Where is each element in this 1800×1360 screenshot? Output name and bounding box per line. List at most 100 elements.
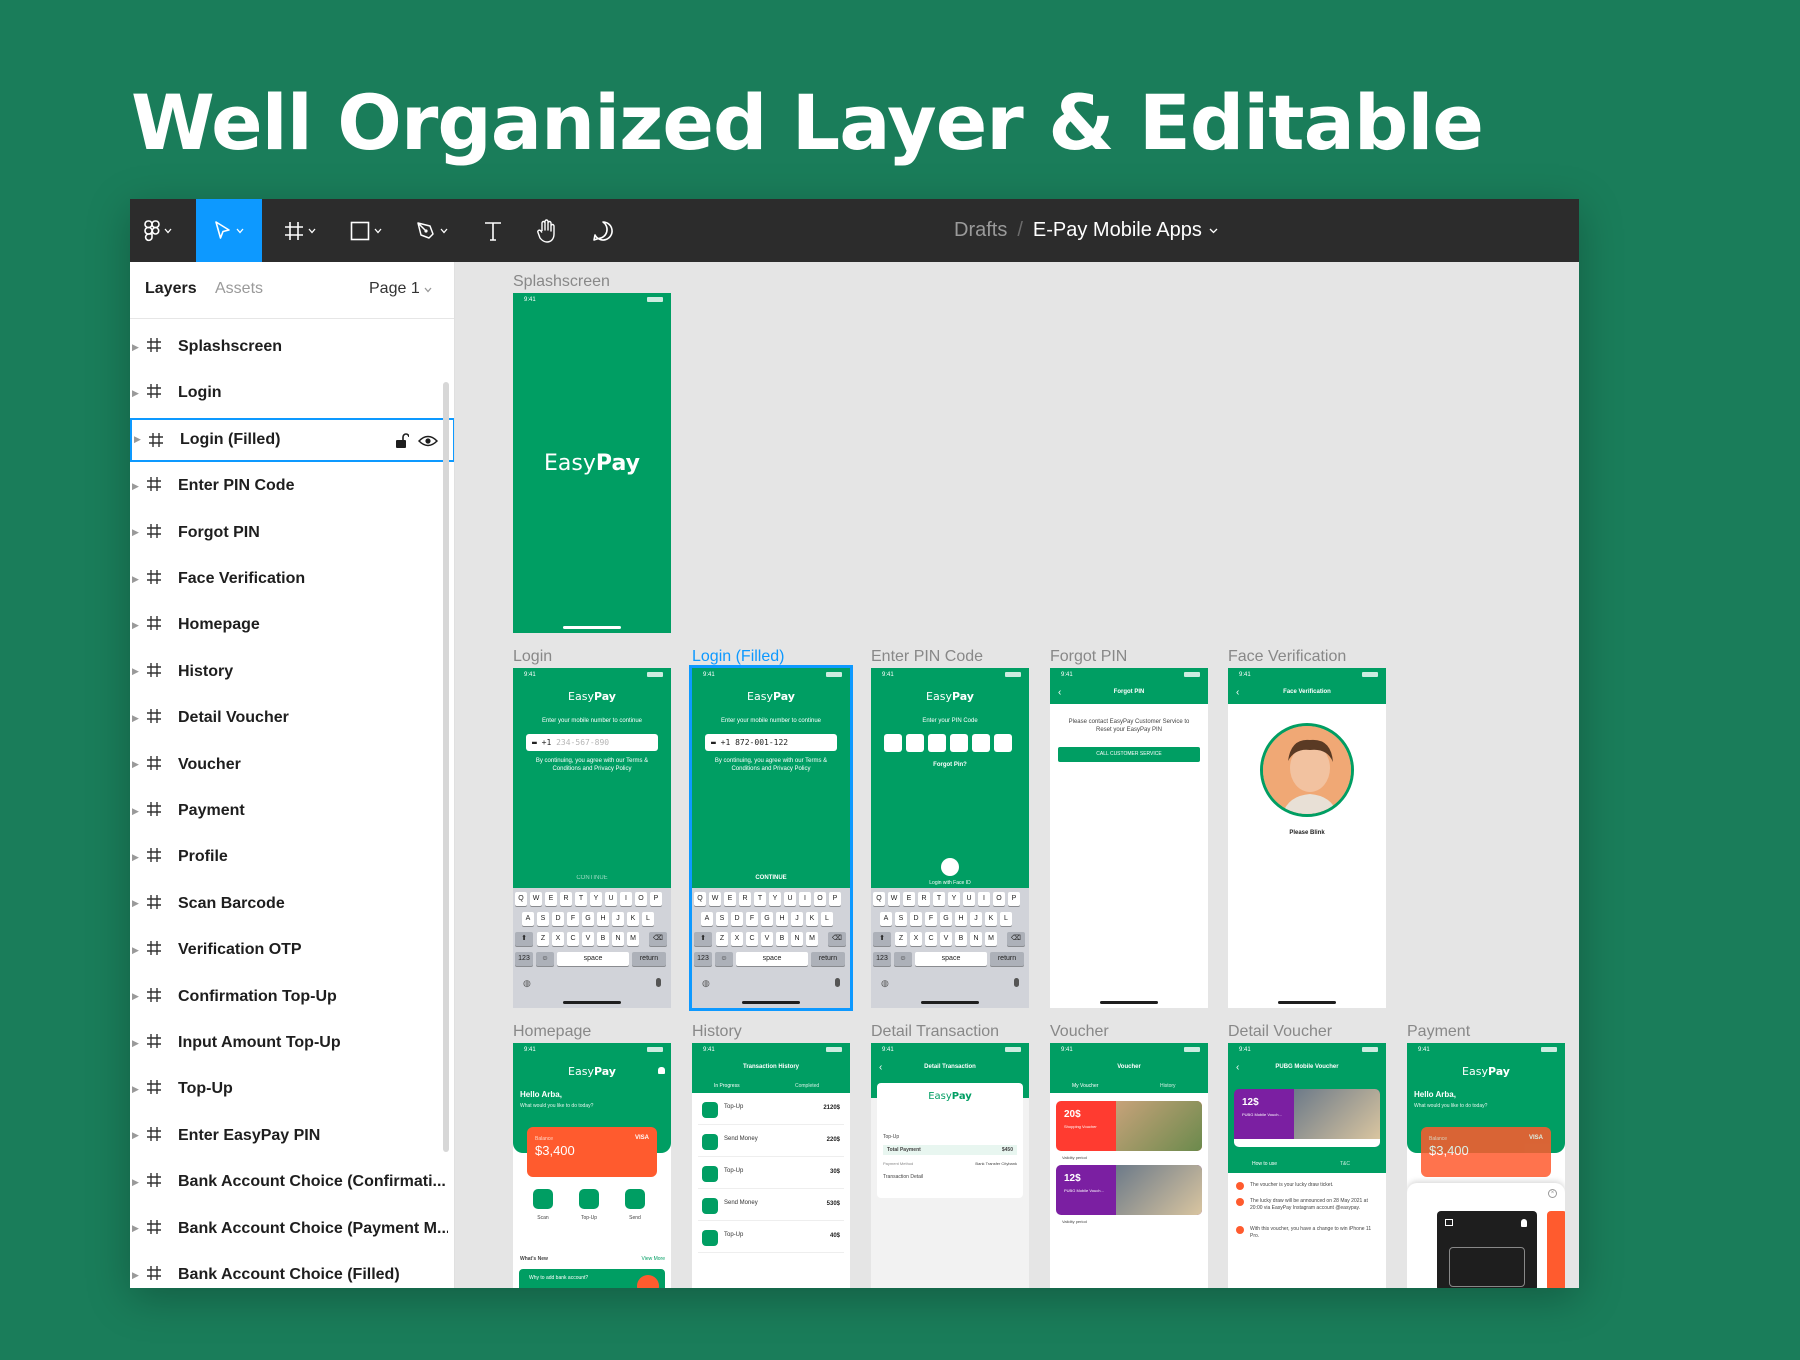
frame-label-splashscreen[interactable]: Splashscreen	[513, 273, 610, 291]
keyboard-key[interactable]: T	[933, 892, 945, 906]
keyboard-key[interactable]: O	[635, 892, 647, 906]
eye-icon[interactable]	[418, 434, 438, 448]
backspace-icon[interactable]: ⌫	[1007, 932, 1025, 946]
expand-arrow-icon[interactable]: ▶	[132, 388, 139, 399]
frame-label-detail-voucher[interactable]: Detail Voucher	[1228, 1023, 1332, 1041]
expand-arrow-icon[interactable]: ▶	[132, 342, 139, 353]
layer-item[interactable]: ▶ Top-Up	[130, 1067, 454, 1111]
keyboard-key[interactable]: L	[642, 912, 654, 926]
unlock-icon[interactable]	[395, 433, 409, 449]
continue-button[interactable]: CONTINUE	[513, 874, 671, 882]
phone-input-filled[interactable]: ▬ +1 872-001-122	[705, 734, 837, 751]
keyboard-key[interactable]: O	[993, 892, 1005, 906]
frame-enter-pin-code[interactable]: 9:41 EasyPay Enter your PIN Code Forgot …	[871, 668, 1029, 1008]
keyboard-key[interactable]: B	[776, 932, 788, 946]
frame-label-detail-transaction[interactable]: Detail Transaction	[871, 1023, 999, 1041]
return-key[interactable]: return	[811, 952, 845, 966]
keyboard-key[interactable]: P	[1008, 892, 1020, 906]
keyboard-key[interactable]: Z	[537, 932, 549, 946]
keyboard-key[interactable]: V	[761, 932, 773, 946]
tab-my-voucher[interactable]: My Voucher	[1072, 1082, 1098, 1090]
expand-arrow-icon[interactable]: ▶	[132, 898, 139, 909]
call-customer-service-button[interactable]: CALL CUSTOMER SERVICE	[1058, 747, 1200, 762]
tab-how-to-use[interactable]: How to use	[1252, 1160, 1277, 1168]
shift-icon[interactable]: ⬆	[694, 932, 712, 946]
keyboard-key[interactable]: Z	[895, 932, 907, 946]
keyboard-key[interactable]: F	[746, 912, 758, 926]
keyboard-key[interactable]: E	[545, 892, 557, 906]
shape-tool-button[interactable]	[338, 199, 394, 262]
keyboard-key[interactable]: B	[597, 932, 609, 946]
action-topup-icon[interactable]	[579, 1189, 599, 1209]
frame-label-voucher[interactable]: Voucher	[1050, 1023, 1109, 1041]
expand-arrow-icon[interactable]: ▶	[132, 945, 139, 956]
comment-tool-button[interactable]	[578, 199, 628, 262]
keyboard-key[interactable]: R	[918, 892, 930, 906]
keyboard-key[interactable]: F	[925, 912, 937, 926]
pin-digit[interactable]	[950, 734, 968, 752]
layer-item[interactable]: ▶ Homepage	[130, 603, 454, 647]
keyboard-key[interactable]: R	[560, 892, 572, 906]
expand-arrow-icon[interactable]: ▶	[132, 574, 139, 585]
space-key[interactable]: space	[915, 952, 987, 966]
keyboard-key[interactable]: U	[784, 892, 796, 906]
keyboard-key[interactable]: X	[910, 932, 922, 946]
keyboard-key[interactable]: M	[806, 932, 818, 946]
numbers-key[interactable]: 123	[515, 952, 533, 966]
globe-icon[interactable]: ◍	[702, 978, 710, 989]
frame-login[interactable]: 9:41 EasyPay Enter your mobile number to…	[513, 668, 671, 1008]
expand-arrow-icon[interactable]: ▶	[132, 759, 139, 770]
history-row[interactable]: Top-Up 2120$	[698, 1097, 844, 1125]
keyboard-key[interactable]: G	[761, 912, 773, 926]
layer-item[interactable]: ▶ Payment	[130, 789, 454, 833]
numbers-key[interactable]: 123	[694, 952, 712, 966]
move-tool-button[interactable]	[196, 199, 262, 262]
frame-tool-button[interactable]	[272, 199, 328, 262]
keyboard-key[interactable]: K	[985, 912, 997, 926]
frame-splashscreen[interactable]: 9:41 EasyPay	[513, 293, 671, 633]
figma-menu-button[interactable]	[130, 199, 185, 262]
space-key[interactable]: space	[736, 952, 808, 966]
keyboard-key[interactable]: Q	[873, 892, 885, 906]
frame-label-login[interactable]: Login	[513, 648, 552, 666]
tab-completed[interactable]: Completed	[795, 1082, 819, 1090]
layers-scrollbar[interactable]	[443, 382, 449, 1152]
canvas[interactable]: Splashscreen 9:41 EasyPay Login Login (F…	[455, 262, 1579, 1288]
keyboard-key[interactable]: N	[612, 932, 624, 946]
keyboard-key[interactable]: T	[754, 892, 766, 906]
keyboard-key[interactable]: V	[940, 932, 952, 946]
keyboard-key[interactable]: V	[582, 932, 594, 946]
action-scan-icon[interactable]	[533, 1189, 553, 1209]
keyboard-key[interactable]: Y	[948, 892, 960, 906]
keyboard-key[interactable]: A	[880, 912, 892, 926]
frame-label-history[interactable]: History	[692, 1023, 742, 1041]
emoji-icon[interactable]: ☺	[894, 952, 912, 966]
frame-label-login-filled[interactable]: Login (Filled)	[692, 648, 784, 666]
expand-arrow-icon[interactable]: ▶	[132, 1130, 139, 1141]
keyboard-key[interactable]: M	[985, 932, 997, 946]
keyboard-key[interactable]: B	[955, 932, 967, 946]
microphone-icon[interactable]	[1014, 978, 1019, 987]
return-key[interactable]: return	[632, 952, 666, 966]
phone-input[interactable]: ▬ +1 234-567-890	[526, 734, 658, 751]
tab-layers[interactable]: Layers	[145, 280, 197, 298]
microphone-icon[interactable]	[835, 978, 840, 987]
keyboard-key[interactable]: I	[620, 892, 632, 906]
globe-icon[interactable]: ◍	[881, 978, 889, 989]
keyboard-key[interactable]: C	[925, 932, 937, 946]
keyboard-key[interactable]: E	[724, 892, 736, 906]
expand-arrow-icon[interactable]: ▶	[132, 1084, 139, 1095]
expand-arrow-icon[interactable]: ▶	[132, 991, 139, 1002]
keyboard-key[interactable]: H	[597, 912, 609, 926]
history-row[interactable]: Top-Up 30$	[698, 1161, 844, 1189]
frame-label-enter-pin[interactable]: Enter PIN Code	[871, 648, 983, 666]
text-tool-button[interactable]	[470, 199, 516, 262]
frame-payment[interactable]: 9:41 EasyPay Hello Arba, What would you …	[1407, 1043, 1565, 1288]
expand-arrow-icon[interactable]: ▶	[132, 1223, 139, 1234]
keyboard-key[interactable]: S	[537, 912, 549, 926]
keyboard-key[interactable]: L	[1000, 912, 1012, 926]
keyboard-key[interactable]: H	[955, 912, 967, 926]
keyboard-key[interactable]: S	[716, 912, 728, 926]
flashlight-icon[interactable]	[1521, 1219, 1527, 1227]
layer-item[interactable]: ▶ Bank Account Choice (Filled)	[130, 1253, 454, 1288]
